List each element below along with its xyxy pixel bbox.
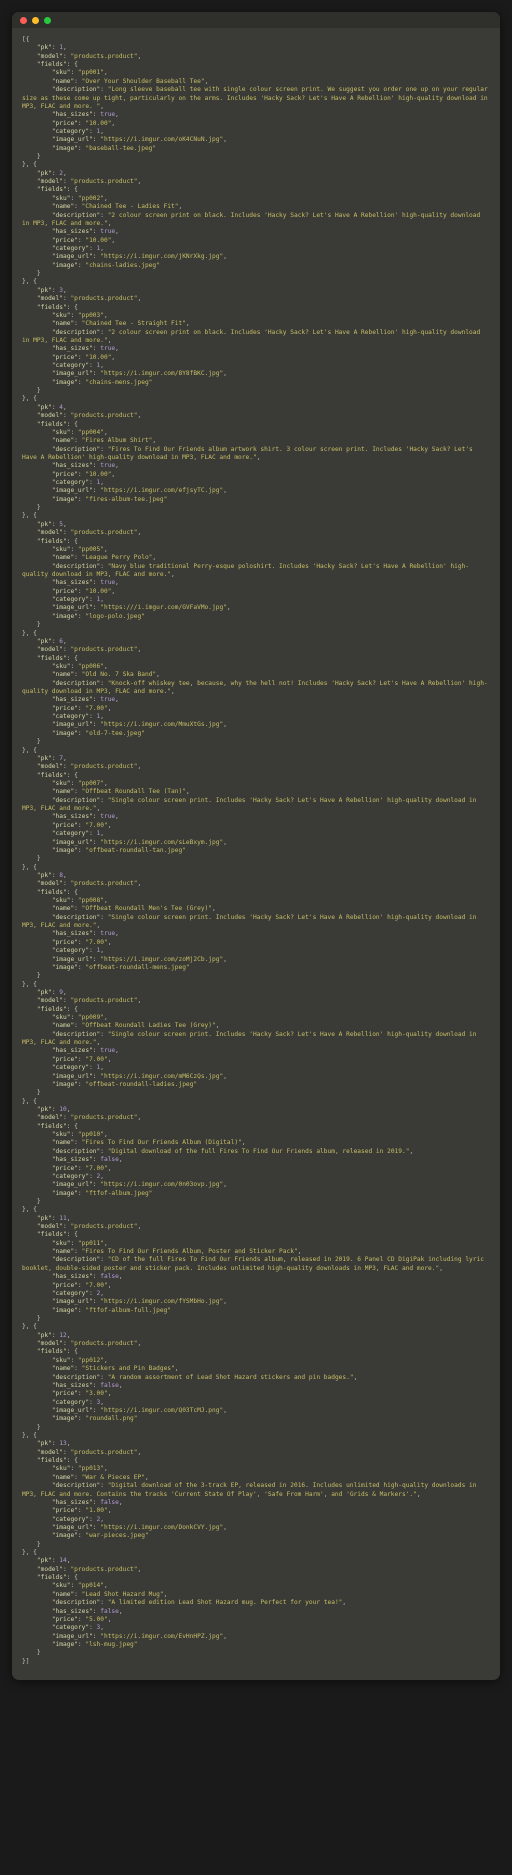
code-window: [{ "pk": 1, "model": "products.product",… xyxy=(12,12,500,1680)
minimize-icon[interactable] xyxy=(32,17,39,24)
maximize-icon[interactable] xyxy=(44,17,51,24)
close-icon[interactable] xyxy=(20,17,27,24)
window-titlebar xyxy=(12,12,500,28)
json-source-code: [{ "pk": 1, "model": "products.product",… xyxy=(12,28,500,1680)
